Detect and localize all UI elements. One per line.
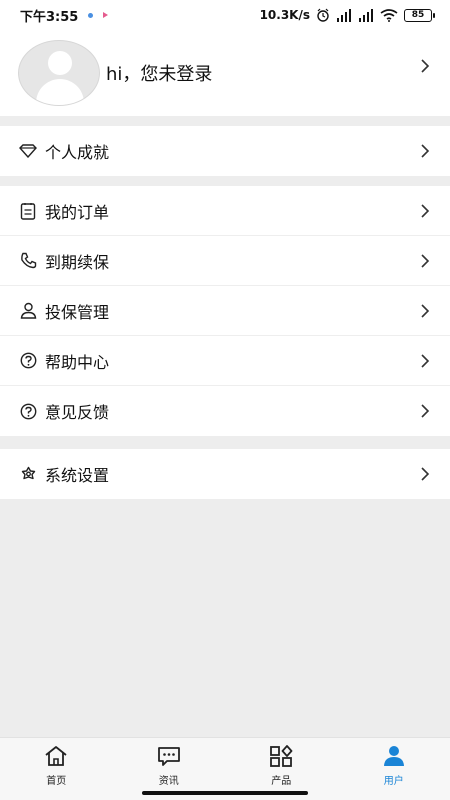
notification-icon [88, 12, 94, 18]
home-icon [43, 744, 69, 768]
menu-section-achievements: 个人成就 [0, 126, 450, 176]
login-prompt[interactable]: hi，您未登录 [106, 60, 212, 86]
phone-icon [19, 252, 37, 270]
avatar[interactable] [18, 40, 100, 106]
profile-header[interactable]: hi，您未登录 [0, 30, 450, 116]
tab-home[interactable]: 首页 [0, 738, 113, 800]
menu-item-orders[interactable]: 我的订单 [0, 186, 450, 236]
signal-icon [359, 8, 373, 22]
grid-icon [268, 744, 294, 768]
alarm-icon [317, 8, 329, 22]
net-speed: 10.3K/s [259, 8, 310, 22]
person-icon [19, 302, 37, 320]
menu-item-label: 投保管理 [45, 302, 110, 322]
tab-label: 用户 [383, 776, 404, 787]
signal-icon [337, 8, 351, 22]
tab-label: 首页 [46, 776, 67, 787]
home-indicator[interactable] [142, 791, 308, 795]
chevron-right-icon [421, 467, 430, 481]
menu-section-main: 我的订单 到期续保 投保管理 帮助中心 意见反馈 [0, 186, 450, 436]
notification-icon [103, 12, 109, 18]
menu-item-label: 我的订单 [45, 202, 110, 222]
menu-item-settings[interactable]: 系统设置 [0, 449, 450, 499]
chevron-right-icon [421, 59, 430, 73]
chevron-right-icon [421, 404, 430, 418]
menu-item-renewal[interactable]: 到期续保 [0, 236, 450, 286]
menu-item-label: 系统设置 [45, 466, 110, 485]
menu-item-achievements[interactable]: 个人成就 [0, 126, 450, 176]
settings-flower-icon [19, 465, 37, 483]
status-bar: 下午3:55 10.3K/s 85 [0, 0, 450, 30]
menu-item-insurance[interactable]: 投保管理 [0, 286, 450, 336]
wifi-icon [380, 8, 398, 22]
menu-item-label: 意见反馈 [45, 403, 110, 422]
battery-icon: 85 [404, 8, 435, 22]
diamond-icon [19, 142, 37, 160]
tab-label: 产品 [271, 776, 292, 787]
chevron-right-icon [421, 254, 430, 268]
user-icon [381, 744, 407, 768]
question-circle-icon [19, 402, 37, 420]
tab-label: 资讯 [158, 776, 179, 787]
menu-item-feedback[interactable]: 意见反馈 [0, 386, 450, 436]
chevron-right-icon [421, 304, 430, 318]
menu-item-label: 个人成就 [45, 143, 110, 162]
menu-item-label: 帮助中心 [45, 352, 110, 372]
order-list-icon [19, 202, 37, 220]
message-icon [156, 744, 182, 768]
menu-item-help[interactable]: 帮助中心 [0, 336, 450, 386]
chevron-right-icon [421, 204, 430, 218]
tab-user[interactable]: 用户 [338, 738, 450, 800]
question-circle-icon [19, 352, 37, 370]
menu-section-settings: 系统设置 [0, 449, 450, 499]
menu-item-label: 到期续保 [45, 252, 110, 272]
status-time: 下午3:55 [20, 9, 79, 25]
chevron-right-icon [421, 144, 430, 158]
chevron-right-icon [421, 354, 430, 368]
